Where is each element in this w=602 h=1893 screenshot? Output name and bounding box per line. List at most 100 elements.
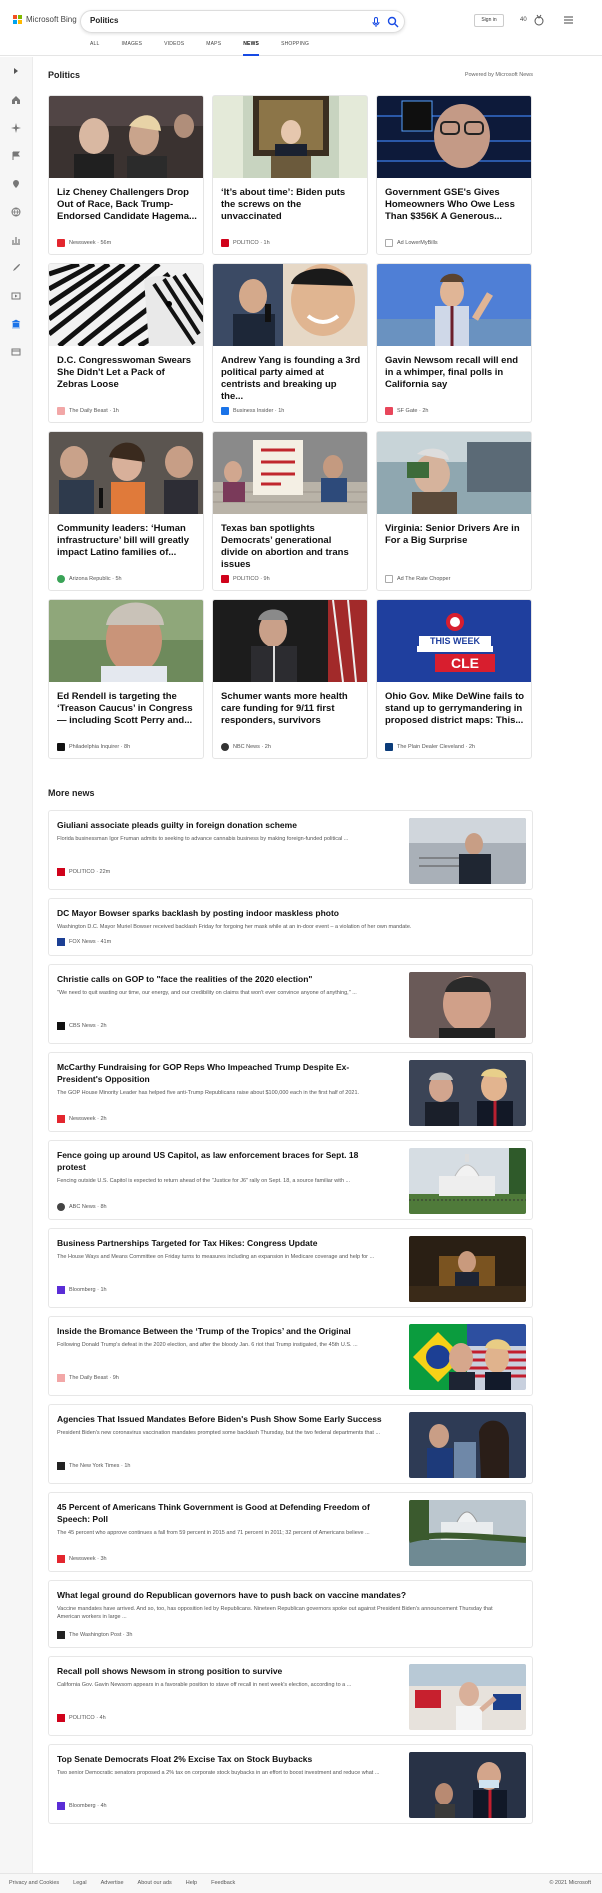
scope-images[interactable]: IMAGES — [122, 41, 143, 56]
item-title[interactable]: Giuliani associate pleads guilty in fore… — [57, 819, 387, 831]
card-title[interactable]: D.C. Congresswoman Swears She Didn't Let… — [57, 355, 197, 391]
sparkle-icon[interactable] — [11, 123, 21, 133]
search-icon[interactable] — [387, 16, 399, 28]
scope-videos[interactable]: VIDEOS — [164, 41, 184, 56]
svg-text:CLE: CLE — [451, 655, 479, 671]
footer-link-feedback[interactable]: Feedback — [211, 1880, 235, 1886]
scope-news[interactable]: NEWS — [243, 41, 259, 56]
news-card[interactable]: Community leaders: ‘Human infrastructure… — [48, 431, 204, 591]
video-icon[interactable] — [11, 291, 21, 301]
card-source-text: The Plain Dealer Cleveland · 2h — [397, 744, 475, 750]
footer-link-legal[interactable]: Legal — [73, 1880, 86, 1886]
card-title[interactable]: Liz Cheney Challengers Drop Out of Race,… — [57, 187, 197, 223]
news-card[interactable]: Andrew Yang is founding a 3rd political … — [212, 263, 368, 423]
news-list-item[interactable]: Recall poll shows Newsom in strong posit… — [48, 1656, 533, 1736]
search-input[interactable] — [90, 16, 350, 25]
news-card[interactable]: Government GSE's Gives Homeowners Who Ow… — [376, 95, 532, 255]
item-source-text: Bloomberg · 1h — [69, 1287, 107, 1293]
news-card[interactable]: D.C. Congresswoman Swears She Didn't Let… — [48, 263, 204, 423]
news-card[interactable]: Schumer wants more health care funding f… — [212, 599, 368, 759]
home-icon[interactable] — [11, 95, 21, 105]
scope-maps[interactable]: MAPS — [206, 41, 221, 56]
search-box[interactable] — [80, 10, 405, 33]
location-pin-icon[interactable] — [11, 179, 21, 189]
rewards-points[interactable]: 40 — [520, 17, 527, 23]
card-source-text: Ad LowerMyBills — [397, 240, 438, 246]
item-source: ABC News · 8h — [57, 1203, 107, 1211]
news-list-item[interactable]: Agencies That Issued Mandates Before Bid… — [48, 1404, 533, 1484]
news-card[interactable]: THIS WEEK CLE Ohio Gov. Mike DeWine fails… — [376, 599, 532, 759]
card-title[interactable]: Schumer wants more health care funding f… — [221, 691, 361, 727]
item-title[interactable]: McCarthy Fundraising for GOP Reps Who Im… — [57, 1061, 387, 1085]
sign-in-button[interactable]: Sign in — [474, 14, 504, 27]
item-snippet: The 45 percent who approve continues a f… — [57, 1530, 370, 1536]
item-title[interactable]: Inside the Bromance Between the ‘Trump o… — [57, 1325, 387, 1337]
card-title[interactable]: Community leaders: ‘Human infrastructure… — [57, 523, 197, 559]
item-source: POLITICO · 22m — [57, 868, 110, 876]
globe-icon[interactable] — [11, 207, 21, 217]
item-title[interactable]: Agencies That Issued Mandates Before Bid… — [57, 1413, 387, 1425]
expand-chevron-icon[interactable] — [11, 66, 21, 76]
news-card[interactable]: ‘It’s about time’: Biden puts the screws… — [212, 95, 368, 255]
card-source-text: The Daily Beast · 1h — [69, 408, 119, 414]
item-title[interactable]: DC Mayor Bowser sparks backlash by posti… — [57, 907, 517, 919]
item-thumbnail — [409, 1752, 526, 1818]
news-list-item[interactable]: Inside the Bromance Between the ‘Trump o… — [48, 1316, 533, 1396]
news-list-item[interactable]: 45 Percent of Americans Think Government… — [48, 1492, 533, 1572]
footer-link-privacy[interactable]: Privacy and Cookies — [9, 1880, 59, 1886]
rewards-medal-icon[interactable] — [533, 14, 545, 26]
card-title[interactable]: Texas ban spotlights Democrats’ generati… — [221, 523, 361, 571]
svg-text:THIS WEEK: THIS WEEK — [430, 636, 481, 646]
news-list-item[interactable]: McCarthy Fundraising for GOP Reps Who Im… — [48, 1052, 533, 1132]
card-icon[interactable] — [11, 347, 21, 357]
publisher-logo-icon — [57, 743, 65, 751]
microphone-icon[interactable] — [370, 16, 382, 28]
item-thumbnail — [409, 818, 526, 884]
item-title[interactable]: Fence going up around US Capitol, as law… — [57, 1149, 387, 1173]
item-source-text: POLITICO · 4h — [69, 1715, 106, 1721]
card-title[interactable]: ‘It’s about time’: Biden puts the screws… — [221, 187, 361, 223]
footer-link-advertise[interactable]: Advertise — [101, 1880, 124, 1886]
bing-logo[interactable]: Microsoft Bing — [13, 15, 77, 24]
item-title[interactable]: Christie calls on GOP to "face the reali… — [57, 973, 387, 985]
scope-all[interactable]: ALL — [90, 41, 100, 56]
item-snippet: Fencing outside U.S. Capitol is expected… — [57, 1178, 351, 1184]
card-title[interactable]: Ohio Gov. Mike DeWine fails to stand up … — [385, 691, 525, 727]
footer-link-about-ads[interactable]: About our ads — [138, 1880, 172, 1886]
card-title[interactable]: Government GSE's Gives Homeowners Who Ow… — [385, 187, 525, 223]
news-card[interactable]: Liz Cheney Challengers Drop Out of Race,… — [48, 95, 204, 255]
scope-shopping[interactable]: SHOPPING — [281, 41, 309, 56]
card-title[interactable]: Virginia: Senior Drivers Are in For a Bi… — [385, 523, 525, 547]
card-title[interactable]: Gavin Newsom recall will end in a whimpe… — [385, 355, 525, 391]
chart-icon[interactable] — [11, 235, 21, 245]
card-title[interactable]: Andrew Yang is founding a 3rd political … — [221, 355, 361, 403]
item-title[interactable]: Top Senate Democrats Float 2% Excise Tax… — [57, 1753, 387, 1765]
news-list-item[interactable]: DC Mayor Bowser sparks backlash by posti… — [48, 898, 533, 956]
government-building-icon[interactable] — [11, 319, 21, 329]
footer-link-help[interactable]: Help — [186, 1880, 197, 1886]
item-title[interactable]: Recall poll shows Newsom in strong posit… — [57, 1665, 387, 1677]
news-list-item[interactable]: Fence going up around US Capitol, as law… — [48, 1140, 533, 1220]
publisher-logo-icon — [57, 938, 65, 946]
card-source: The Daily Beast · 1h — [57, 407, 119, 415]
item-title[interactable]: 45 Percent of Americans Think Government… — [57, 1501, 387, 1525]
item-snippet: "We need to quit wasting our time, our e… — [57, 990, 357, 996]
hamburger-menu-icon[interactable] — [564, 16, 573, 24]
news-list-item[interactable]: Top Senate Democrats Float 2% Excise Tax… — [48, 1744, 533, 1824]
publisher-logo-icon — [57, 868, 65, 876]
news-list-item[interactable]: What legal ground do Republican governor… — [48, 1580, 533, 1648]
news-list-item[interactable]: Giuliani associate pleads guilty in fore… — [48, 810, 533, 890]
news-card[interactable]: Gavin Newsom recall will end in a whimpe… — [376, 263, 532, 423]
publisher-logo-icon — [385, 743, 393, 751]
flag-icon[interactable] — [11, 151, 21, 161]
news-card[interactable]: Ed Rendell is targeting the ‘Treason Cau… — [48, 599, 204, 759]
item-title[interactable]: What legal ground do Republican governor… — [57, 1589, 517, 1601]
card-title[interactable]: Ed Rendell is targeting the ‘Treason Cau… — [57, 691, 197, 727]
news-card[interactable]: Virginia: Senior Drivers Are in For a Bi… — [376, 431, 532, 591]
rocket-icon[interactable] — [11, 263, 21, 273]
item-thumbnail — [409, 1148, 526, 1214]
news-list-item[interactable]: Business Partnerships Targeted for Tax H… — [48, 1228, 533, 1308]
news-card[interactable]: Texas ban spotlights Democrats’ generati… — [212, 431, 368, 591]
item-title[interactable]: Business Partnerships Targeted for Tax H… — [57, 1237, 387, 1249]
news-list-item[interactable]: Christie calls on GOP to "face the reali… — [48, 964, 533, 1044]
